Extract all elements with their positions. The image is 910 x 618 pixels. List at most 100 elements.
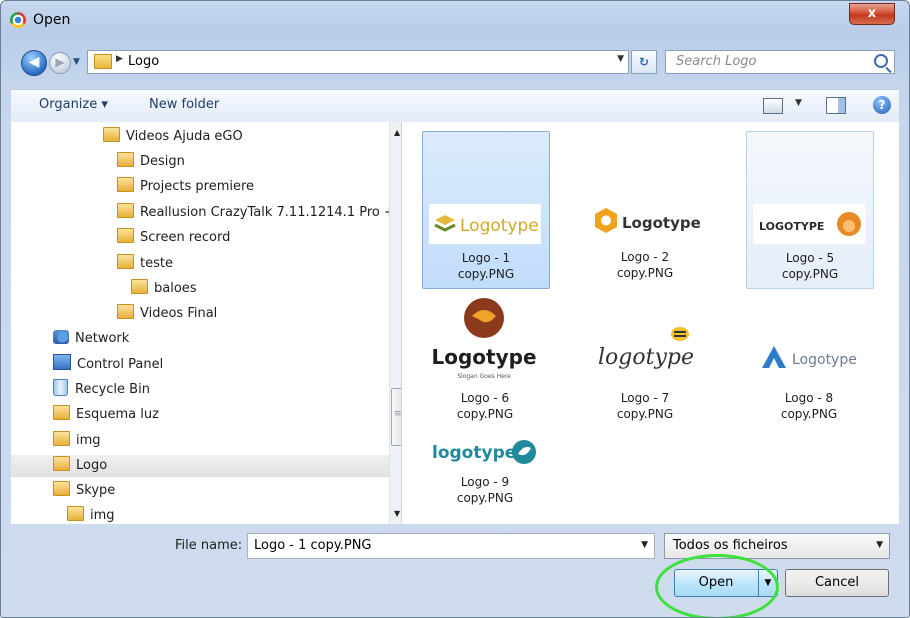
- file-item-logo-7[interactable]: logotype Logo - 7 copy.PNG: [582, 294, 708, 450]
- address-bar[interactable]: ▶ Logo ▼: [87, 50, 629, 74]
- help-icon[interactable]: ?: [873, 96, 891, 114]
- sidebar-item-label: Control Panel: [77, 357, 164, 372]
- sidebar-item-label: Projects premiere: [140, 179, 255, 194]
- file-name-label: File name:: [175, 538, 243, 553]
- sidebar-item-label: Design: [140, 154, 185, 169]
- scrollbar-thumb[interactable]: [391, 388, 401, 446]
- folder-icon: [67, 506, 84, 521]
- sidebar-item-img[interactable]: img: [53, 430, 101, 452]
- logo-8-thumbnail: Logotype: [752, 340, 864, 380]
- sidebar-item-network[interactable]: Network: [53, 328, 129, 350]
- scroll-down-arrow-icon[interactable]: ▼: [394, 509, 400, 518]
- sidebar-item-videos-ajuda-ego[interactable]: Videos Ajuda eGO: [103, 126, 243, 148]
- breadcrumb-chevron-icon[interactable]: ▶: [116, 54, 123, 64]
- search-placeholder: Search Logo: [676, 54, 757, 69]
- sidebar-item-label: Reallusion CrazyTalk 7.11.1214.1 Pro +: [140, 205, 395, 220]
- command-toolbar: Organize ▾ New folder ▼ ?: [11, 89, 899, 123]
- refresh-icon[interactable]: ↻: [631, 50, 657, 74]
- sidebar-item-label: Skype: [76, 483, 116, 498]
- sidebar-item-esquema-luz[interactable]: Esquema luz: [53, 404, 159, 426]
- logo-1-wordmark: Logotype: [460, 216, 539, 236]
- chrome-app-icon: [10, 12, 26, 28]
- navigation-pane: Videos Ajuda eGO Design Projects premier…: [11, 122, 402, 524]
- preview-pane-icon[interactable]: [826, 97, 846, 114]
- logo-2-wordmark: Logotype: [622, 214, 700, 232]
- file-name-line1: Logo - 5: [785, 251, 835, 265]
- navigation-scrollbar[interactable]: ▲ ▼: [389, 122, 401, 524]
- file-name-line1: Logo - 7: [620, 391, 670, 405]
- recent-locations-chevron-icon[interactable]: ▼: [73, 52, 83, 72]
- logo-5-thumbnail: LOGOTYPE: [753, 204, 865, 244]
- file-list: Logotype Logo - 1 copy.PNG Logotype Logo…: [402, 122, 899, 524]
- folder-icon: [131, 279, 148, 294]
- scroll-up-arrow-icon[interactable]: ▲: [394, 128, 400, 137]
- file-item-logo-9[interactable]: logotype Logo - 9 copy.PNG: [422, 422, 548, 518]
- logo-6-slogan: Slogan Goes Here: [457, 373, 511, 380]
- logo-9-wordmark: logotype: [432, 443, 516, 463]
- forward-arrow-icon[interactable]: ▶: [49, 52, 71, 74]
- file-name-line1: Logo - 1: [461, 251, 511, 265]
- back-arrow-icon[interactable]: ◀: [21, 50, 47, 76]
- logo-7-thumbnail: logotype: [588, 316, 700, 380]
- file-name-line2: copy.PNG: [616, 266, 674, 280]
- file-name-line2: copy.PNG: [781, 267, 839, 281]
- file-name-value: Logo - 1 copy.PNG: [254, 538, 372, 553]
- file-name-line1: Logo - 9: [460, 475, 510, 489]
- file-name-line2: copy.PNG: [780, 407, 838, 421]
- sidebar-item-design[interactable]: Design: [117, 151, 185, 173]
- logo-6-thumbnail: Logotype Slogan Goes Here: [428, 294, 540, 384]
- recycle-bin-icon: [53, 379, 68, 396]
- file-name-line2: copy.PNG: [456, 407, 514, 421]
- search-input[interactable]: Search Logo: [665, 50, 895, 74]
- folder-icon: [117, 177, 134, 192]
- new-folder-button[interactable]: New folder: [149, 97, 219, 112]
- file-item-logo-5[interactable]: LOGOTYPE Logo - 5 copy.PNG: [746, 131, 874, 289]
- organize-button[interactable]: Organize ▾: [39, 97, 108, 112]
- sidebar-item-skype[interactable]: Skype: [53, 480, 115, 502]
- sidebar-item-label: Network: [75, 331, 130, 346]
- breadcrumb-logo[interactable]: Logo: [128, 54, 159, 69]
- highlight-circle-annotation: [655, 554, 779, 617]
- sidebar-item-screen-record[interactable]: Screen record: [117, 227, 230, 249]
- window-title: Open: [33, 12, 71, 28]
- title-bar[interactable]: Open x: [1, 1, 909, 39]
- address-dropdown-icon[interactable]: ▼: [617, 54, 624, 64]
- file-name-line2: copy.PNG: [456, 491, 514, 505]
- sidebar-item-label: img: [76, 433, 101, 448]
- file-name-input[interactable]: Logo - 1 copy.PNG ▼: [247, 533, 655, 559]
- folder-icon: [53, 456, 70, 471]
- sidebar-item-reallusion[interactable]: Reallusion CrazyTalk 7.11.1214.1 Pro +: [117, 202, 395, 224]
- folder-icon: [117, 304, 134, 319]
- sidebar-item-baloes[interactable]: baloes: [131, 278, 197, 300]
- file-type-dropdown-icon[interactable]: ▼: [876, 540, 883, 550]
- sidebar-item-recycle-bin[interactable]: Recycle Bin: [53, 379, 150, 401]
- change-view-icon[interactable]: [763, 98, 783, 114]
- folder-icon: [53, 431, 70, 446]
- logo-2-thumbnail: Logotype: [588, 203, 700, 243]
- logo-1-thumbnail: Logotype: [429, 204, 541, 244]
- logo-5-wordmark: LOGOTYPE: [759, 220, 824, 233]
- sidebar-item-img-2[interactable]: img: [67, 505, 115, 524]
- logo-6-wordmark: Logotype: [431, 345, 536, 369]
- sidebar-item-label: Videos Ajuda eGO: [126, 129, 243, 144]
- file-item-logo-8[interactable]: Logotype Logo - 8 copy.PNG: [746, 294, 872, 450]
- file-name-line2: copy.PNG: [457, 267, 515, 281]
- folder-icon: [103, 127, 120, 142]
- file-item-logo-1[interactable]: Logotype Logo - 1 copy.PNG: [422, 131, 550, 289]
- sidebar-item-label: Videos Final: [140, 306, 218, 321]
- sidebar-item-logo[interactable]: Logo: [11, 455, 389, 477]
- sidebar-item-control-panel[interactable]: Control Panel: [53, 354, 163, 376]
- navigation-bar: ◀ ▶ ▼ ▶ Logo ▼ ↻ Search Logo: [1, 45, 909, 79]
- control-panel-icon: [53, 354, 71, 370]
- file-name-line1: Logo - 8: [784, 391, 834, 405]
- views-dropdown-icon[interactable]: ▼: [795, 98, 802, 108]
- sidebar-item-projects-premiere[interactable]: Projects premiere: [117, 176, 254, 198]
- file-name-dropdown-icon[interactable]: ▼: [641, 540, 648, 550]
- sidebar-item-teste[interactable]: teste: [117, 253, 173, 275]
- sidebar-item-videos-final[interactable]: Videos Final: [117, 303, 217, 325]
- cancel-button[interactable]: Cancel: [785, 569, 889, 597]
- close-button[interactable]: x: [849, 3, 895, 25]
- search-icon[interactable]: [874, 54, 888, 68]
- file-item-logo-2[interactable]: Logotype Logo - 2 copy.PNG: [582, 131, 708, 287]
- network-icon: [53, 330, 69, 344]
